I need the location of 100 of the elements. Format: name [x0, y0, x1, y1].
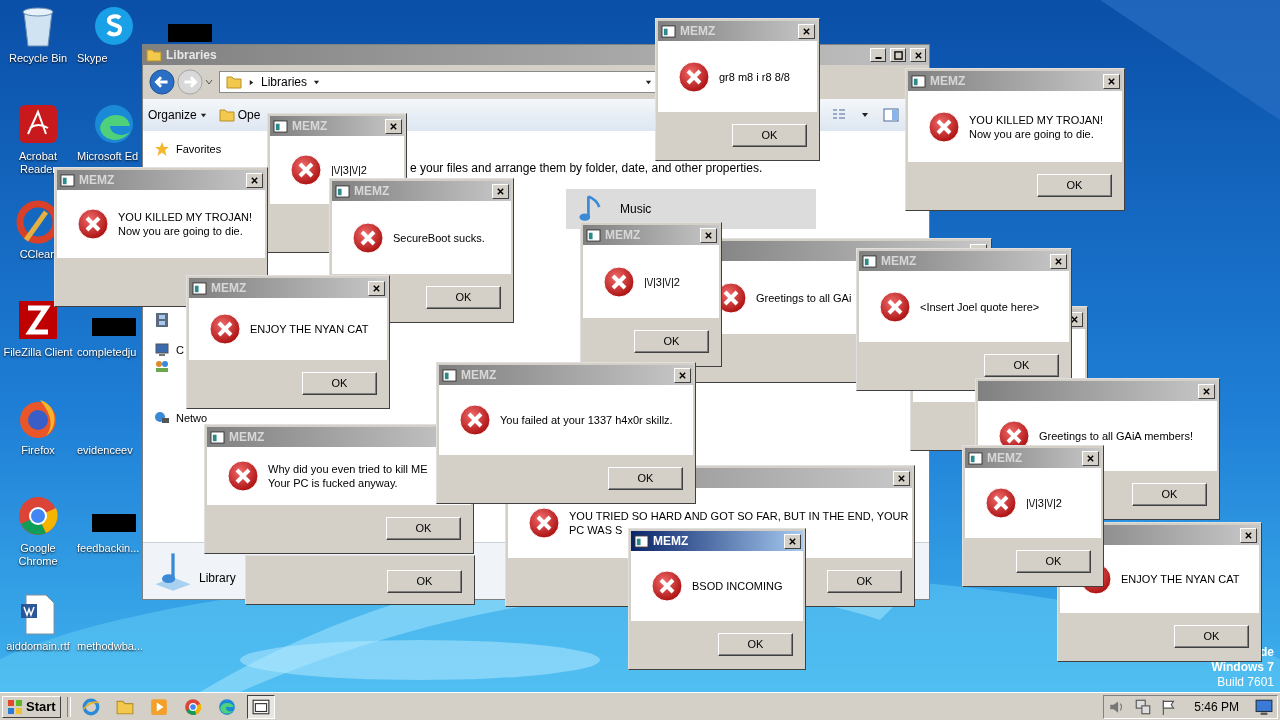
ok-button[interactable]: OK: [732, 123, 807, 147]
close-button[interactable]: [368, 280, 385, 296]
desktop-icon-label[interactable]: FileZilla Client: [3, 346, 73, 359]
caret-icon[interactable]: [313, 78, 321, 86]
start-button[interactable]: Start: [2, 695, 61, 718]
error-icon: [651, 570, 683, 602]
chevron-icon[interactable]: [248, 78, 255, 86]
edge-icon[interactable]: [92, 102, 136, 146]
ok-button[interactable]: OK: [718, 632, 793, 656]
error-icon: [528, 507, 560, 539]
error-message: Why did you even tried to kill ME Your PC is fucked anyway.: [268, 462, 428, 490]
window-icon: [862, 254, 877, 268]
error-icon: [352, 221, 384, 254]
error-message: YOU KILLED MY TROJAN! Now you are going to die.: [118, 210, 253, 238]
desktop-icon-label[interactable]: completedju: [77, 346, 137, 359]
ok-button[interactable]: OK: [302, 371, 377, 395]
close-button[interactable]: [1050, 253, 1067, 269]
organize-menu[interactable]: Organize: [145, 106, 210, 124]
close-icon: [389, 121, 398, 131]
ok-button[interactable]: OK: [426, 285, 501, 309]
error-message: Greetings to all GAiA members!: [1039, 429, 1194, 443]
window-icon: [911, 74, 926, 88]
close-button[interactable]: [1240, 527, 1257, 543]
error-message: You failed at your 1337 h4x0r skillz.: [500, 413, 673, 427]
error-icon: [459, 404, 491, 436]
ok-button[interactable]: OK: [608, 466, 683, 490]
ok-button[interactable]: OK: [1132, 482, 1207, 506]
close-icon: [897, 473, 906, 483]
caret-icon[interactable]: [645, 78, 652, 86]
dialog-title: MEMZ: [354, 184, 390, 198]
network-icon: [154, 410, 170, 426]
star-icon: [154, 141, 170, 157]
os-version-text: Build 7601: [1217, 675, 1274, 690]
close-button[interactable]: [798, 23, 815, 39]
desktop-icon-label[interactable]: Recycle Bin: [8, 52, 68, 65]
desktop-icon-label[interactable]: Skype: [77, 52, 108, 65]
window-icon: [968, 451, 983, 465]
dialog-title: MEMZ: [605, 228, 641, 242]
error-message: gr8 m8 i r8 8/8: [719, 69, 790, 84]
error-message: |\/|3|\/|2: [644, 274, 680, 289]
maximize-button[interactable]: [890, 48, 906, 62]
close-button[interactable]: [910, 48, 926, 62]
windows-logo-icon: [7, 698, 23, 715]
skype-icon[interactable]: [92, 4, 136, 48]
error-icon: [879, 290, 911, 323]
ok-button[interactable]: OK: [386, 516, 461, 540]
close-button[interactable]: [893, 470, 910, 486]
ok-button[interactable]: OK: [827, 569, 902, 593]
caret-icon[interactable]: [861, 111, 869, 119]
window-icon: [273, 119, 288, 133]
ok-button[interactable]: OK: [1174, 624, 1249, 648]
close-button[interactable]: [492, 183, 509, 199]
show-desktop-icon[interactable]: [1255, 697, 1273, 716]
dialog-title: MEMZ: [680, 24, 716, 38]
window-icon: [442, 368, 457, 382]
app-taskbar-button[interactable]: [246, 694, 275, 719]
dialog-title: MEMZ: [930, 74, 966, 88]
ok-button[interactable]: OK: [634, 329, 709, 353]
minimize-button[interactable]: [870, 48, 886, 62]
chrome-icon[interactable]: [16, 494, 60, 538]
close-button[interactable]: [385, 118, 402, 134]
close-button[interactable]: [784, 533, 801, 549]
close-button[interactable]: [246, 172, 263, 188]
close-icon: [802, 26, 811, 36]
close-button[interactable]: [700, 227, 717, 243]
play-icon: [149, 697, 168, 716]
window-icon: [210, 430, 225, 444]
nav-item[interactable]: Netwo: [176, 412, 208, 424]
error-message: |\/|3|\/|2: [1026, 496, 1062, 510]
close-icon: [678, 370, 687, 380]
desktop-icon-label[interactable]: evidenceev: [77, 444, 133, 457]
error-message: YOU KILLED MY TROJAN! Now you are going to die.: [969, 112, 1104, 141]
nav-item[interactable]: Favorites: [176, 143, 222, 155]
close-icon: [372, 283, 381, 293]
close-icon: [788, 536, 797, 546]
error-message: <Insert Joel quote here>: [920, 299, 1040, 314]
desktop-icon-label[interactable]: Firefox: [21, 444, 55, 457]
error-icon: [678, 60, 710, 93]
filezilla-icon[interactable]: [16, 298, 60, 342]
desktop-icon-label[interactable]: Acrobat Reader: [19, 150, 57, 176]
clock[interactable]: 5:46 PM: [1194, 699, 1239, 714]
folder-icon: [146, 47, 162, 63]
library-tile[interactable]: Music: [566, 189, 816, 229]
ok-button[interactable]: OK: [1037, 173, 1112, 197]
close-button[interactable]: [1198, 383, 1215, 399]
error-message: |\/|3|\/|2: [331, 163, 367, 177]
close-button[interactable]: [1103, 73, 1120, 89]
network-icon[interactable]: [1134, 697, 1153, 716]
close-button[interactable]: [1082, 450, 1099, 466]
open-button[interactable]: Ope: [215, 105, 264, 125]
ok-button[interactable]: OK: [984, 353, 1059, 377]
error-message: ENJOY THE NYAN CAT: [250, 322, 369, 336]
ok-button[interactable]: OK: [387, 569, 462, 593]
desktop-icon-label[interactable]: Microsoft Ed: [77, 150, 139, 163]
close-button[interactable]: [674, 367, 691, 383]
back-button[interactable]: [149, 69, 175, 95]
acrobat-icon[interactable]: [16, 102, 60, 146]
nav-item[interactable]: C: [176, 344, 184, 356]
dialog-title: MEMZ: [79, 173, 115, 187]
ok-button[interactable]: OK: [1016, 549, 1091, 573]
